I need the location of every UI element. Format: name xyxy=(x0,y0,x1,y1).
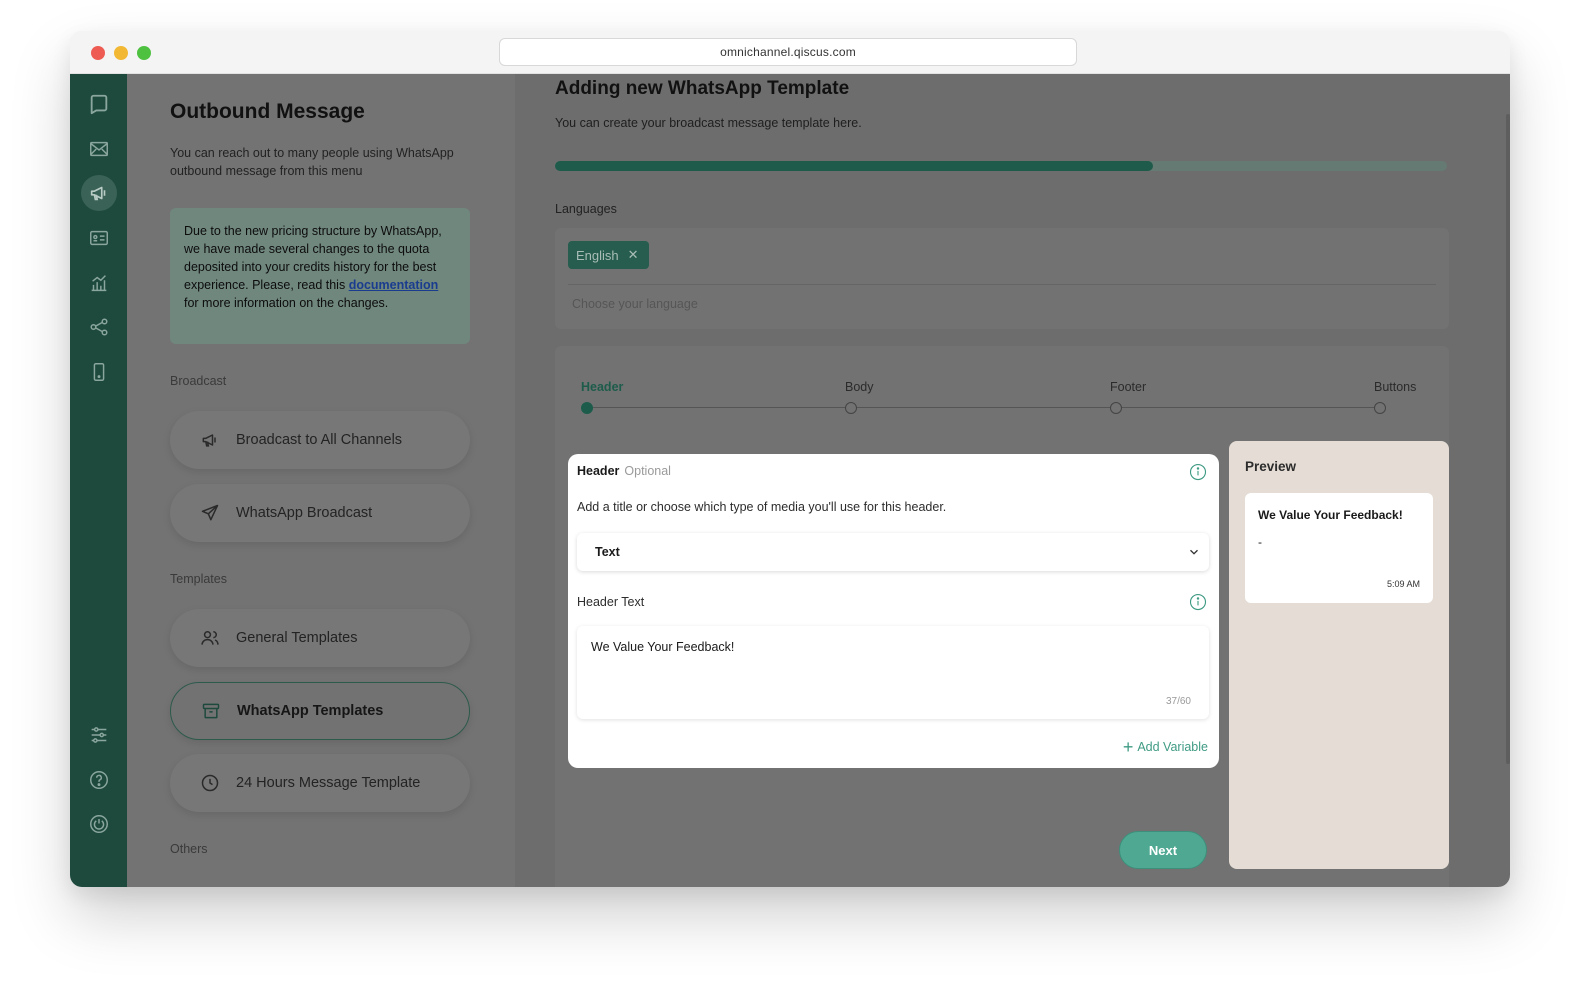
browser-titlebar: omnichannel.qiscus.com xyxy=(70,31,1510,74)
sidebar-item-general-templates[interactable]: General Templates xyxy=(170,609,470,667)
language-search-input[interactable]: Choose your language xyxy=(572,297,698,311)
header-description: Add a title or choose which type of medi… xyxy=(577,500,947,514)
language-chip-label: English xyxy=(576,247,619,263)
add-variable-button[interactable]: + Add Variable xyxy=(1122,737,1208,757)
page-title: Adding new WhatsApp Template xyxy=(555,78,850,99)
preview-body-text: - xyxy=(1258,535,1262,549)
settings-sliders-icon[interactable] xyxy=(81,717,117,753)
sidebar-item-label: WhatsApp Templates xyxy=(237,703,384,719)
remove-chip-icon[interactable]: ✕ xyxy=(628,247,639,263)
clock-icon xyxy=(200,773,220,793)
progress-bar xyxy=(555,161,1447,171)
header-text-input[interactable]: We Value Your Feedback! 37/60 xyxy=(577,626,1209,719)
section-broadcast: Broadcast xyxy=(170,374,227,388)
close-window-button[interactable] xyxy=(91,46,105,60)
sidebar-title: Outbound Message xyxy=(170,100,365,123)
plus-icon: + xyxy=(1122,737,1134,757)
page-subtitle: You can create your broadcast message te… xyxy=(555,116,862,130)
sidebar-item-label: WhatsApp Broadcast xyxy=(236,505,373,521)
sidebar-item-24h-template[interactable]: 24 Hours Message Template xyxy=(170,754,470,812)
language-chip-english: English ✕ xyxy=(568,241,649,269)
languages-select[interactable]: English ✕ Choose your language xyxy=(555,228,1449,329)
step-dot-header[interactable] xyxy=(581,402,593,414)
step-buttons[interactable]: Buttons xyxy=(1374,380,1416,394)
pricing-notice: Due to the new pricing structure by What… xyxy=(170,208,470,344)
megaphone-icon[interactable] xyxy=(81,175,117,211)
sidebar-item-whatsapp-templates[interactable]: WhatsApp Templates xyxy=(170,682,470,740)
address-bar[interactable]: omnichannel.qiscus.com xyxy=(499,38,1077,66)
header-type-select[interactable]: Text xyxy=(577,533,1209,571)
preview-header-text: We Value Your Feedback! xyxy=(1258,508,1403,522)
progress-fill xyxy=(555,161,1153,171)
minimize-window-button[interactable] xyxy=(114,46,128,60)
integrations-icon[interactable] xyxy=(81,309,117,345)
help-icon[interactable] xyxy=(81,762,117,798)
preview-timestamp: 5:09 AM xyxy=(1386,579,1420,589)
sidebar-item-broadcast-all-channels[interactable]: Broadcast to All Channels xyxy=(170,411,470,469)
users-icon xyxy=(200,628,220,648)
documentation-link[interactable]: documentation xyxy=(349,278,439,292)
step-dot-buttons[interactable] xyxy=(1374,402,1386,414)
info-icon[interactable] xyxy=(1189,593,1207,611)
header-title-text: Header xyxy=(577,464,620,478)
languages-label: Languages xyxy=(555,202,617,216)
sidebar-item-label: General Templates xyxy=(236,630,358,646)
archive-icon xyxy=(201,701,221,721)
header-text-label: Header Text xyxy=(577,595,645,609)
next-button[interactable]: Next xyxy=(1119,831,1207,869)
add-variable-label: Add Variable xyxy=(1137,740,1208,754)
step-footer[interactable]: Footer xyxy=(1110,380,1146,394)
power-icon[interactable] xyxy=(81,806,117,842)
send-icon xyxy=(200,503,220,523)
step-header[interactable]: Header xyxy=(581,380,623,394)
content-scrollbar[interactable] xyxy=(1506,114,1510,764)
languages-divider xyxy=(568,284,1436,285)
header-section-card: Header Optional Add a title or choose whi… xyxy=(568,454,1219,768)
mobile-icon[interactable] xyxy=(81,354,117,390)
outbound-sidebar: Outbound Message You can reach out to ma… xyxy=(127,74,515,887)
sidebar-subtitle: You can reach out to many people using W… xyxy=(170,146,454,178)
char-counter: 37/60 xyxy=(1165,696,1191,707)
step-dot-footer[interactable] xyxy=(1110,402,1122,414)
app-root: Outbound Message You can reach out to ma… xyxy=(70,74,1510,887)
preview-panel: Preview We Value Your Feedback! - 5:09 A… xyxy=(1229,441,1449,869)
preview-message-bubble: We Value Your Feedback! - 5:09 AM xyxy=(1245,493,1433,603)
step-dot-body[interactable] xyxy=(845,402,857,414)
optional-tag: Optional xyxy=(624,464,671,478)
maximize-window-button[interactable] xyxy=(137,46,151,60)
browser-window: omnichannel.qiscus.com Outbound Message … xyxy=(70,31,1510,887)
header-type-value: Text xyxy=(595,545,620,559)
header-section-title: Header Optional xyxy=(577,464,671,478)
notice-text-after: for more information on the changes. xyxy=(184,296,389,310)
section-templates: Templates xyxy=(170,572,227,586)
sidebar-item-label: Broadcast to All Channels xyxy=(236,432,403,448)
step-body[interactable]: Body xyxy=(845,380,874,394)
contacts-icon[interactable] xyxy=(81,220,117,256)
inbox-icon[interactable] xyxy=(81,131,117,167)
chat-bubble-icon[interactable] xyxy=(81,86,117,122)
megaphone-icon xyxy=(200,430,220,450)
analytics-icon[interactable] xyxy=(81,265,117,301)
section-others: Others xyxy=(170,842,208,856)
info-icon[interactable] xyxy=(1189,463,1207,481)
preview-title: Preview xyxy=(1245,459,1297,474)
header-text-value: We Value Your Feedback! xyxy=(591,640,735,654)
main-content: Adding new WhatsApp Template You can cre… xyxy=(515,74,1510,887)
chevron-down-icon xyxy=(1190,549,1198,555)
nav-rail xyxy=(70,74,127,887)
step-connector xyxy=(587,407,1381,408)
sidebar-item-whatsapp-broadcast[interactable]: WhatsApp Broadcast xyxy=(170,484,470,542)
sidebar-item-label: 24 Hours Message Template xyxy=(236,775,421,791)
